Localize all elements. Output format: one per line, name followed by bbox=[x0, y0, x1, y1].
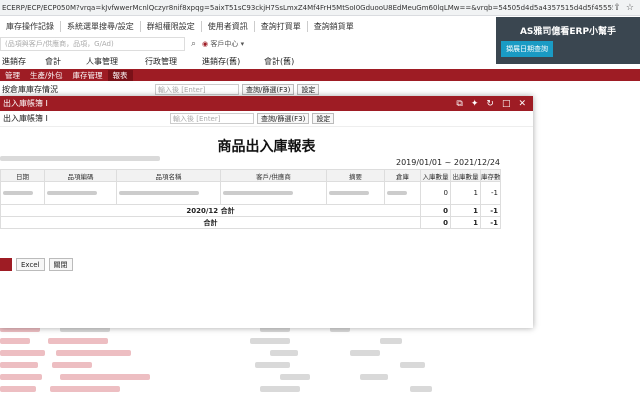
modal-header: 出入庫帳簿 I ⧉ ✦ ↻ □ ✕ bbox=[0, 96, 533, 111]
close-button[interactable]: 關閉 bbox=[48, 258, 73, 271]
subnav-production[interactable]: 生產/外包 bbox=[25, 70, 68, 81]
report-date-range: 2019/01/01 ~ 2021/12/24 bbox=[395, 158, 500, 167]
user-menu-label: 客戶中心 ▾ bbox=[210, 40, 245, 48]
company-info-blurred bbox=[0, 156, 160, 161]
stock-ledger-modal: 出入庫帳簿 I ⧉ ✦ ↻ □ ✕ 出入庫帳簿 I 輸入後 [Enter] 查詢… bbox=[0, 96, 533, 328]
cell-in: 0 bbox=[420, 181, 451, 205]
table-header-row: 日期 品項編碼 品項名稱 客戶/供應商 摘要 倉庫 入庫數量 出庫數量 庫存數量 bbox=[0, 169, 501, 182]
cell-item-name bbox=[116, 181, 221, 205]
nav-inventory-old[interactable]: 進銷存(舊) bbox=[202, 56, 240, 67]
refresh-icon[interactable]: ↻ bbox=[486, 99, 494, 109]
month-total-in: 0 bbox=[420, 204, 451, 217]
global-search-input[interactable]: (品項與客戶/供應商，品項，G/Ad) bbox=[0, 37, 185, 51]
grand-total-label: 合計 bbox=[0, 216, 421, 229]
toplink-sales-query[interactable]: 查詢銷貨單 bbox=[308, 21, 360, 32]
star-icon[interactable]: ☆ bbox=[626, 3, 634, 13]
cell-memo bbox=[326, 181, 385, 205]
report-title: 商品出入庫報表 bbox=[217, 139, 316, 155]
table-row[interactable]: 0 1 -1 bbox=[0, 181, 501, 205]
toplink-purchase-query[interactable]: 查詢打買單 bbox=[255, 20, 308, 32]
url-text[interactable]: ECERP/ECP/ECP050M?vrqa=kJvfwwerMcnlQczyr… bbox=[0, 4, 613, 12]
page-search-input[interactable]: 輸入後 [Enter] bbox=[155, 83, 239, 95]
modal-toolbar: 出入庫帳簿 I 輸入後 [Enter] 查詢/篩選(F3) 設定 bbox=[0, 111, 533, 127]
col-customer[interactable]: 客戶/供應商 bbox=[220, 169, 327, 182]
col-out-qty[interactable]: 出庫數量 bbox=[450, 169, 481, 182]
erp-helper-panel: AS雅司億看ERP小幫手 擷展日期查詢 bbox=[496, 17, 640, 64]
grand-total-stock: -1 bbox=[480, 216, 501, 229]
cell-stock: -1 bbox=[480, 181, 501, 205]
search-icon[interactable]: ⌕ bbox=[191, 39, 196, 49]
grand-total-in: 0 bbox=[420, 216, 451, 229]
page-title: 按倉庫庫存情況 bbox=[2, 84, 58, 94]
col-date[interactable]: 日期 bbox=[0, 169, 45, 182]
close-icon[interactable]: ✕ bbox=[518, 99, 526, 109]
subnav-manage[interactable]: 管理 bbox=[0, 70, 25, 81]
cell-warehouse bbox=[384, 181, 421, 205]
background-list bbox=[0, 322, 470, 400]
modal-footer: Excel 關閉 bbox=[0, 258, 73, 271]
global-search-row: (品項與客戶/供應商，品項，G/Ad) ⌕ ◉ 客戶中心 ▾ bbox=[0, 36, 490, 52]
month-total-label: 2020/12 合計 bbox=[0, 204, 421, 217]
cell-date bbox=[0, 181, 45, 205]
nav-accounting[interactable]: 會計 bbox=[45, 56, 61, 67]
subnav-report[interactable]: 報表 bbox=[107, 69, 133, 81]
helper-title: AS雅司億看ERP小幫手 bbox=[519, 27, 617, 37]
user-menu[interactable]: ◉ 客戶中心 ▾ bbox=[202, 39, 244, 49]
modal-settings-button[interactable]: 設定 bbox=[312, 113, 335, 124]
subnav-stock[interactable]: 庫存管理 bbox=[68, 70, 108, 81]
grand-total-out: 1 bbox=[450, 216, 481, 229]
col-item-name[interactable]: 品項名稱 bbox=[116, 169, 221, 182]
col-memo[interactable]: 摘要 bbox=[326, 169, 385, 182]
popout-icon[interactable]: ⧉ bbox=[456, 99, 462, 109]
col-stock-qty[interactable]: 庫存數量 bbox=[480, 169, 501, 182]
modal-search-input[interactable]: 輸入後 [Enter] bbox=[170, 113, 254, 124]
pin-icon[interactable]: ✦ bbox=[471, 99, 479, 109]
col-in-qty[interactable]: 入庫數量 bbox=[420, 169, 451, 182]
month-total-out: 1 bbox=[450, 204, 481, 217]
cell-out: 1 bbox=[450, 181, 481, 205]
browser-url-bar[interactable]: ECERP/ECP/ECP050M?vrqa=kJvfwwerMcnlQczyr… bbox=[0, 0, 640, 16]
cell-item-code bbox=[44, 181, 117, 205]
nav-hr[interactable]: 人事管理 bbox=[86, 56, 118, 67]
cell-customer bbox=[220, 181, 327, 205]
col-item-code[interactable]: 品項編碼 bbox=[44, 169, 117, 182]
nav-inventory[interactable]: 進銷存 bbox=[2, 56, 26, 67]
user-icon: ◉ bbox=[202, 40, 209, 48]
month-total-stock: -1 bbox=[480, 204, 501, 217]
share-icon[interactable]: ⇪ bbox=[613, 3, 621, 13]
page-toolbar: 按倉庫庫存情況 輸入後 [Enter] 查詢/篩選(F3) 設定 bbox=[0, 82, 640, 96]
toplink-group-permission[interactable]: 群組權限設定 bbox=[141, 20, 202, 32]
print-button[interactable] bbox=[0, 258, 12, 271]
nav-admin[interactable]: 行政管理 bbox=[145, 56, 177, 67]
modal-subtitle: 出入庫帳簿 I bbox=[3, 114, 48, 123]
toplink-user-info[interactable]: 使用者資訊 bbox=[202, 20, 255, 32]
col-warehouse[interactable]: 倉庫 bbox=[384, 169, 421, 182]
sub-nav: 管理 生產/外包 庫存管理 報表 bbox=[0, 69, 640, 81]
nav-accounting-old[interactable]: 會計(舊) bbox=[264, 56, 294, 67]
toplink-stock-log[interactable]: 庫存操作記錄 bbox=[0, 20, 61, 32]
excel-button[interactable]: Excel bbox=[16, 258, 45, 271]
toplink-menu-search[interactable]: 系統選單搜尋/設定 bbox=[61, 20, 141, 32]
maximize-icon[interactable]: □ bbox=[502, 99, 511, 109]
helper-date-query-button[interactable]: 擷展日期查詢 bbox=[501, 41, 553, 57]
modal-search-button[interactable]: 查詢/篩選(F3) bbox=[257, 113, 310, 124]
page-search-button[interactable]: 查詢/篩選(F3) bbox=[242, 83, 295, 95]
modal-header-title: 出入庫帳簿 I bbox=[3, 99, 48, 108]
report-table: 日期 品項編碼 品項名稱 客戶/供應商 摘要 倉庫 入庫數量 出庫數量 庫存數量… bbox=[0, 169, 501, 229]
grand-total-row: 合計 0 1 -1 bbox=[0, 216, 501, 229]
page-settings-button[interactable]: 設定 bbox=[297, 83, 320, 95]
month-total-row: 2020/12 合計 0 1 -1 bbox=[0, 204, 501, 217]
